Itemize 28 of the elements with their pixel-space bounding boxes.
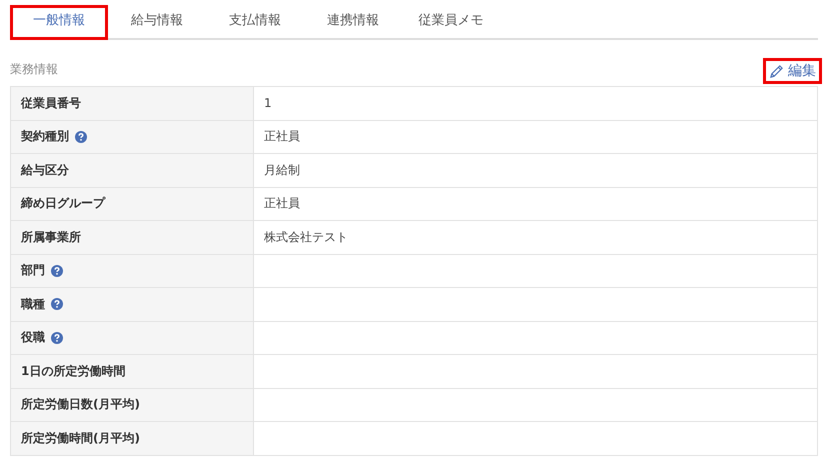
- section-title: 業務情報: [10, 61, 58, 78]
- tab[interactable]: 支払情報: [206, 5, 304, 40]
- field-label: 締め日グループ: [21, 195, 105, 212]
- field-label: 役職: [21, 329, 45, 346]
- tab[interactable]: 一般情報: [10, 5, 108, 40]
- field-value-cell: 正社員: [254, 187, 818, 220]
- tab[interactable]: 連携情報: [304, 5, 402, 40]
- tab[interactable]: 給与情報: [108, 5, 206, 40]
- help-icon[interactable]: [51, 298, 63, 310]
- pencil-icon: [769, 64, 784, 78]
- help-icon[interactable]: [51, 264, 63, 277]
- field-label: 契約種別: [21, 128, 69, 146]
- field-label: 所属事業所: [21, 228, 81, 246]
- field-value-cell: 正社員: [254, 120, 818, 154]
- field-value-cell: 1: [254, 86, 818, 120]
- field-value-cell: 月給制: [254, 154, 818, 187]
- field-label: 所定労働時間(月平均): [21, 430, 140, 447]
- field-label: 職種: [21, 296, 45, 313]
- help-icon[interactable]: [75, 130, 87, 143]
- field-label: 1日の所定労働時間: [21, 362, 126, 380]
- field-label: 所定労働日数(月平均): [21, 396, 140, 414]
- field-label: 従業員番号: [21, 94, 81, 112]
- tab[interactable]: 従業員メモ: [402, 5, 500, 40]
- field-value-cell: 株式会社テスト: [254, 220, 818, 254]
- field-label: 給与区分: [21, 162, 69, 179]
- help-icon[interactable]: [51, 332, 63, 344]
- field-label: 部門: [21, 262, 45, 280]
- edit-link[interactable]: 編集: [763, 58, 822, 84]
